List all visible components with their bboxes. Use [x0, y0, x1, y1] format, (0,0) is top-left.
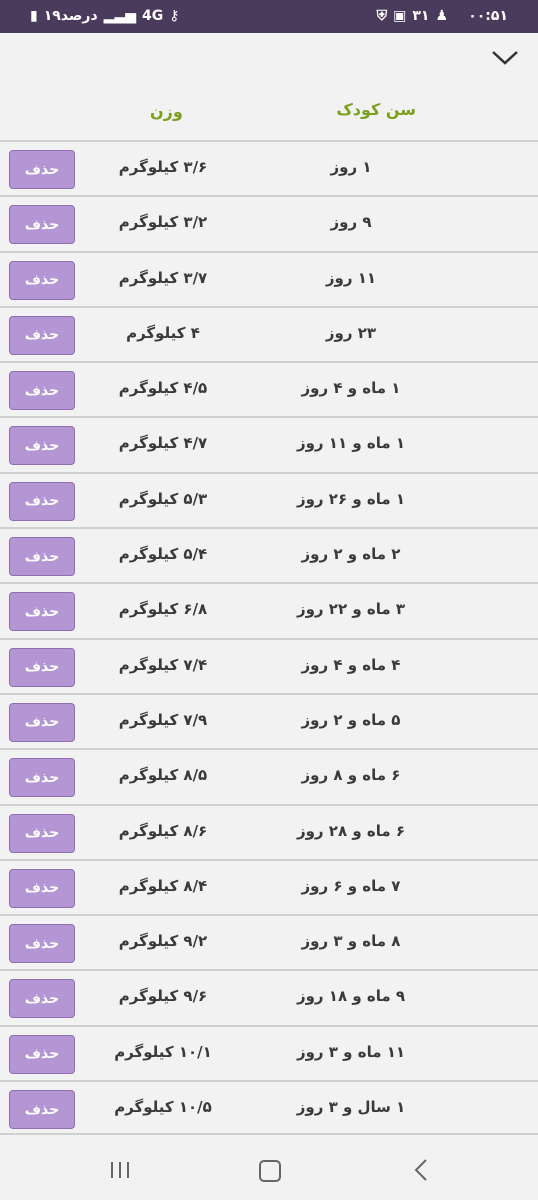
age-cell: ۲۳ روز	[325, 323, 377, 342]
weight-cell: ۸/۵ کیلوگرم	[118, 766, 208, 785]
table-row: ۶ ماه و ۸ روز ۸/۵ کیلوگرم حذف	[0, 748, 538, 804]
table-row: ۱۱ روز ۳/۷ کیلوگرم حذف	[0, 250, 538, 306]
table-row: ۱ ماه و ۲۶ روز ۵/۳ کیلوگرم حذف	[0, 471, 538, 528]
age-cell: ۷ ماه و ۶ روز	[301, 876, 401, 895]
status-bar: ▮ ۱۹درصد ▂▃▅ 4G ⚷ ⛨ ▣ ۳۱ ♟ ۰۰:۵۱	[0, 0, 538, 33]
weight-cell: ۱۰/۵ کیلوگرم	[114, 1098, 212, 1117]
status-left: ▮ ۱۹درصد ▂▃▅ 4G ⚷	[30, 8, 179, 24]
age-cell: ۶ ماه و ۲۸ روز	[296, 821, 406, 840]
weight-cell: ۵/۳ کیلوگرم	[118, 489, 208, 508]
table-row: ۱ سال و ۳ روز ۱۰/۵ کیلوگرم حذف	[0, 1080, 538, 1136]
chevron-down-icon[interactable]	[490, 45, 520, 69]
delete-button[interactable]: حذف	[9, 260, 75, 300]
table-row: ۲۳ روز ۴ کیلوگرم حذف	[0, 305, 538, 362]
notification-icon: ♟	[435, 8, 448, 24]
table-row: ۱ ماه و ۴ روز ۴/۵ کیلوگرم حذف	[0, 361, 538, 417]
delete-button[interactable]: حذف	[9, 924, 75, 964]
delete-button[interactable]: حذف	[9, 205, 75, 245]
battery-text: ۱۹درصد	[43, 8, 98, 24]
delete-button[interactable]: حذف	[9, 592, 75, 632]
delete-button[interactable]: حذف	[9, 481, 75, 521]
weight-cell: ۳/۷ کیلوگرم	[118, 268, 208, 287]
network-text: 4G	[141, 8, 164, 24]
shield-icon: ⛨	[376, 8, 388, 24]
age-cell: ۹ روز	[330, 213, 372, 232]
image-icon: ▣	[393, 8, 407, 24]
age-cell: ۶ ماه و ۸ روز	[301, 766, 401, 785]
clock: ۰۰:۵۱	[468, 8, 508, 24]
table-row: ۶ ماه و ۲۸ روز ۸/۶ کیلوگرم حذف	[0, 803, 538, 859]
weight-cell: ۶/۸ کیلوگرم	[118, 600, 208, 619]
table-row: ۱ روز ۳/۶ کیلوگرم حذف	[0, 140, 538, 196]
table-row: ۸ ماه و ۳ روز ۹/۲ کیلوگرم حذف	[0, 914, 538, 970]
table-row: ۴ ماه و ۴ روز ۷/۴ کیلوگرم حذف	[0, 637, 538, 693]
age-cell: ۱ ماه و ۲۶ روز	[296, 489, 406, 508]
age-cell: ۱۱ ماه و ۳ روز	[296, 1042, 406, 1061]
weight-cell: ۷/۴ کیلوگرم	[118, 655, 208, 674]
recents-icon[interactable]	[108, 1160, 132, 1180]
delete-button[interactable]: حذف	[9, 315, 75, 355]
weight-table: ۱ روز ۳/۶ کیلوگرم حذف ۹ روز ۳/۲ کیلوگرم …	[0, 140, 538, 1136]
weight-cell: ۹/۶ کیلوگرم	[118, 987, 208, 1006]
age-cell: ۲ ماه و ۲ روز	[301, 545, 401, 564]
delete-button[interactable]: حذف	[9, 979, 75, 1019]
status-icons: ⛨ ▣ ۳۱ ♟	[377, 8, 448, 24]
delete-button[interactable]: حذف	[9, 868, 75, 908]
delete-button[interactable]: حذف	[9, 702, 75, 742]
weight-cell: ۸/۶ کیلوگرم	[118, 821, 208, 840]
weight-cell: ۴/۵ کیلوگرم	[118, 379, 208, 398]
home-icon[interactable]	[259, 1160, 281, 1182]
table-row: ۳ ماه و ۲۲ روز ۶/۸ کیلوگرم حذف	[0, 582, 538, 638]
delete-button[interactable]: حذف	[9, 1034, 75, 1074]
age-cell: ۹ ماه و ۱۸ روز	[296, 987, 406, 1006]
age-cell: ۵ ماه و ۲ روز	[301, 710, 401, 729]
delete-button[interactable]: حذف	[9, 426, 75, 466]
age-cell: ۸ ماه و ۳ روز	[301, 932, 401, 951]
back-icon[interactable]	[412, 1158, 430, 1182]
key-icon: ⚷	[169, 8, 180, 24]
delete-button[interactable]: حذف	[9, 371, 75, 411]
date-number: ۳۱	[412, 8, 430, 24]
delete-button[interactable]: حذف	[9, 1090, 75, 1130]
weight-cell: ۸/۴ کیلوگرم	[118, 876, 208, 895]
signal-icon: ▂▃▅	[103, 8, 136, 24]
table-row: ۹ ماه و ۱۸ روز ۹/۶ کیلوگرم حذف	[0, 969, 538, 1025]
age-cell: ۱۱ روز	[325, 268, 377, 287]
weight-cell: ۳/۲ کیلوگرم	[118, 213, 208, 232]
weight-header: وزن	[150, 102, 183, 121]
weight-cell: ۵/۴ کیلوگرم	[118, 545, 208, 564]
table-header: سن کودک وزن	[0, 92, 538, 132]
age-cell: ۱ سال و ۳ روز	[296, 1098, 406, 1117]
table-row: ۵ ماه و ۲ روز ۷/۹ کیلوگرم حذف	[0, 692, 538, 749]
weight-cell: ۴/۷ کیلوگرم	[118, 434, 208, 453]
battery-icon: ▮	[30, 8, 38, 24]
table-row: ۱ ماه و ۱۱ روز ۴/۷ کیلوگرم حذف	[0, 416, 538, 472]
delete-button[interactable]: حذف	[9, 537, 75, 577]
table-row: ۷ ماه و ۶ روز ۸/۴ کیلوگرم حذف	[0, 858, 538, 915]
age-cell: ۱ روز	[330, 158, 372, 176]
weight-cell: ۷/۹ کیلوگرم	[118, 710, 208, 729]
age-cell: ۴ ماه و ۴ روز	[301, 655, 401, 674]
age-cell: ۱ ماه و ۴ روز	[301, 379, 401, 398]
weight-cell: ۴ کیلوگرم	[126, 323, 200, 342]
weight-cell: ۱۰/۱ کیلوگرم	[114, 1042, 212, 1061]
weight-cell: ۹/۲ کیلوگرم	[118, 932, 208, 951]
weight-cell: ۳/۶ کیلوگرم	[118, 158, 208, 176]
age-cell: ۱ ماه و ۱۱ روز	[296, 434, 406, 453]
age-cell: ۳ ماه و ۲۲ روز	[296, 600, 406, 619]
table-row: ۱۱ ماه و ۳ روز ۱۰/۱ کیلوگرم حذف	[0, 1024, 538, 1081]
delete-button[interactable]: حذف	[9, 150, 75, 189]
table-row: ۹ روز ۳/۲ کیلوگرم حذف	[0, 195, 538, 251]
age-header: سن کودک	[336, 100, 416, 119]
table-row: ۲ ماه و ۲ روز ۵/۴ کیلوگرم حذف	[0, 527, 538, 583]
system-nav-bar	[0, 1138, 538, 1200]
delete-button[interactable]: حذف	[9, 813, 75, 853]
delete-button[interactable]: حذف	[9, 647, 75, 687]
delete-button[interactable]: حذف	[9, 758, 75, 798]
